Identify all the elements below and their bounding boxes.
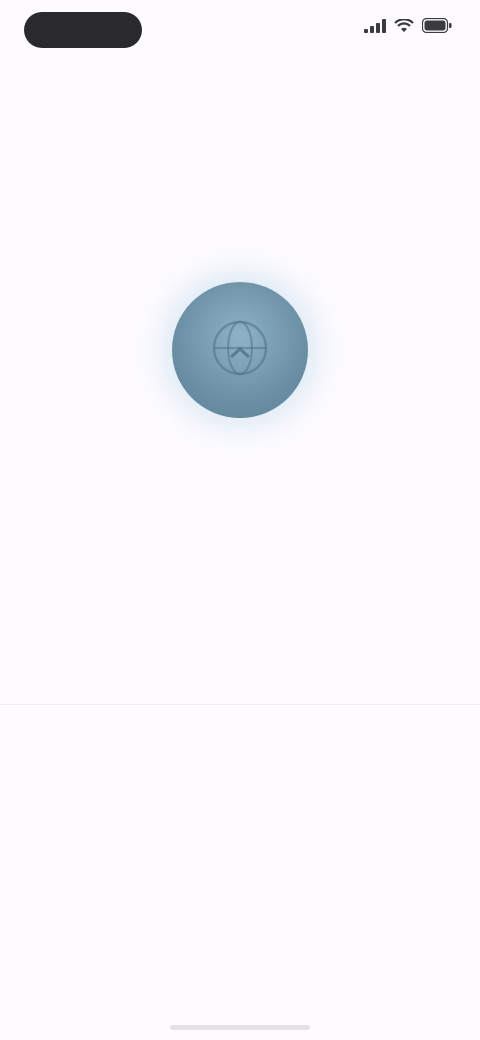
divider	[0, 704, 480, 705]
status-icons	[364, 18, 452, 33]
wifi-icon	[394, 18, 414, 33]
status-bar	[0, 0, 480, 64]
signal-icon	[364, 18, 386, 33]
screen	[0, 0, 480, 1040]
globe-illustration	[172, 282, 308, 418]
battery-icon	[422, 18, 452, 33]
home-indicator[interactable]	[170, 1025, 310, 1030]
status-time	[24, 12, 142, 48]
globe-icon	[205, 313, 275, 388]
